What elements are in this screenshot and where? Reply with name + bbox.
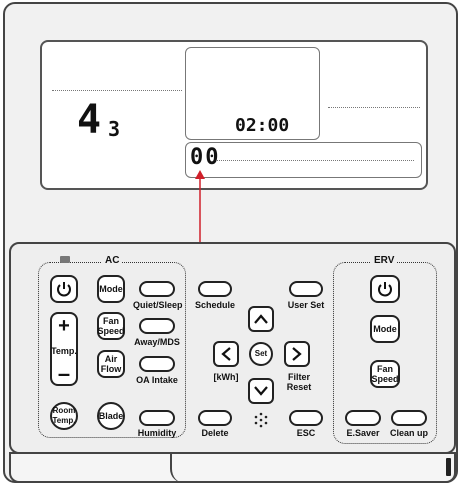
esc-label: ESC bbox=[296, 428, 316, 438]
esc-button[interactable] bbox=[289, 410, 323, 426]
display-dotted-line-left bbox=[52, 90, 182, 91]
ac-power-button[interactable] bbox=[50, 275, 78, 303]
oa-intake-button[interactable] bbox=[139, 356, 175, 372]
humidity-button[interactable] bbox=[139, 410, 175, 426]
erv-fan-speed-button[interactable]: Fan Speed bbox=[370, 360, 400, 388]
user-set-button[interactable] bbox=[289, 281, 323, 297]
air-flow-button[interactable]: Air Flow bbox=[97, 350, 125, 378]
filter-reset-label: Filter Reset bbox=[286, 372, 312, 392]
sensor-dots-icon bbox=[254, 412, 268, 428]
sub-digit: 3 bbox=[108, 117, 123, 141]
air-flow-label: Air Flow bbox=[100, 354, 122, 374]
chevron-left-icon bbox=[221, 347, 231, 361]
quiet-sleep-button[interactable] bbox=[139, 281, 175, 297]
ac-indicator-led bbox=[60, 256, 70, 263]
humidity-label: Humidity bbox=[137, 428, 177, 438]
left-button[interactable] bbox=[213, 341, 239, 367]
erv-fan-speed-label: Fan Speed bbox=[371, 364, 399, 384]
chevron-up-icon bbox=[254, 314, 268, 324]
bottom-tab bbox=[446, 458, 451, 476]
main-digit: 4 bbox=[77, 97, 104, 143]
ac-group-label: AC bbox=[102, 255, 123, 266]
clean-up-button[interactable] bbox=[391, 410, 427, 426]
kwh-label: [kWh] bbox=[213, 372, 239, 382]
erv-group-label: ERV bbox=[371, 255, 398, 266]
down-button[interactable] bbox=[248, 378, 274, 404]
room-temp-button[interactable]: Room Temp. bbox=[50, 402, 78, 430]
ac-mode-button[interactable]: Mode bbox=[97, 275, 125, 303]
away-mds-button[interactable] bbox=[139, 318, 175, 334]
fan-speed-label: Fan Speed bbox=[97, 316, 125, 336]
schedule-button[interactable] bbox=[198, 281, 232, 297]
code-dotted-line bbox=[214, 160, 414, 161]
quiet-sleep-label: Quiet/Sleep bbox=[133, 300, 183, 310]
code-readout: 00 bbox=[190, 145, 221, 170]
erv-mode-button[interactable]: Mode bbox=[370, 315, 400, 343]
chevron-down-icon bbox=[254, 386, 268, 396]
temp-label: Temp. bbox=[51, 346, 77, 356]
temp-button[interactable]: + Temp. – bbox=[50, 312, 78, 386]
schedule-label: Schedule bbox=[194, 300, 235, 310]
esaver-label: E.Saver bbox=[346, 428, 380, 438]
power-icon bbox=[57, 282, 71, 297]
oa-intake-label: OA Intake bbox=[136, 375, 178, 385]
set-button[interactable]: Set bbox=[249, 342, 273, 366]
esaver-button[interactable] bbox=[345, 410, 381, 426]
blade-button[interactable]: Blade bbox=[97, 402, 125, 430]
room-temp-label: Room Temp. bbox=[52, 406, 76, 425]
bottom-cover-inner bbox=[170, 452, 450, 483]
display-dotted-line-right bbox=[328, 107, 420, 108]
power-icon bbox=[378, 282, 392, 297]
user-set-label: User Set bbox=[287, 300, 325, 310]
delete-button[interactable] bbox=[198, 410, 232, 426]
right-button[interactable] bbox=[284, 341, 310, 367]
plus-icon: + bbox=[58, 315, 70, 337]
chevron-right-icon bbox=[292, 347, 302, 361]
up-button[interactable] bbox=[248, 306, 274, 332]
delete-label: Delete bbox=[201, 428, 229, 438]
minus-icon: – bbox=[57, 361, 71, 386]
clean-up-label: Clean up bbox=[389, 428, 428, 438]
time-readout: 02:00 bbox=[235, 115, 290, 136]
fan-speed-button[interactable]: Fan Speed bbox=[97, 312, 125, 340]
away-mds-label: Away/MDS bbox=[134, 337, 180, 347]
erv-power-button[interactable] bbox=[370, 275, 400, 303]
